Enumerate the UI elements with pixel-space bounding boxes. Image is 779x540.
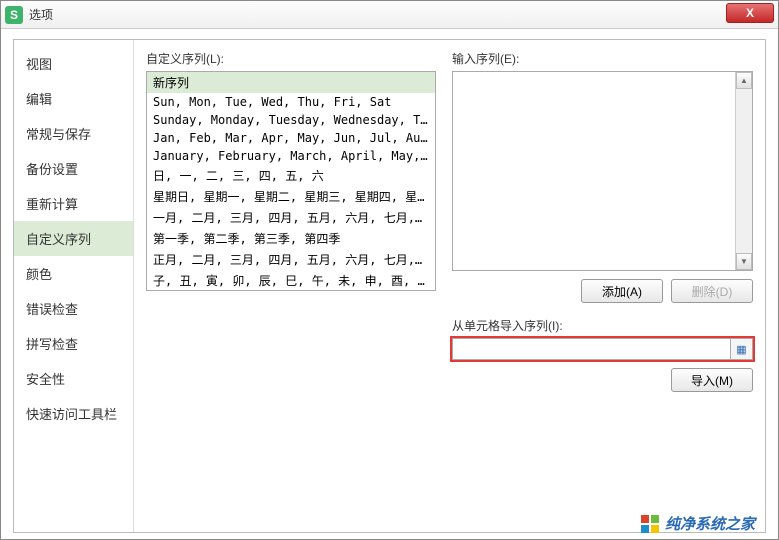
list-item[interactable]: 新序列 xyxy=(147,72,435,93)
entry-column: 输入序列(E): ▲ ▼ 添加(A) 删除(D) 从单元格导入序列(I): xyxy=(452,50,753,522)
category-sidebar: 视图 编辑 常规与保存 备份设置 重新计算 自定义序列 颜色 错误检查 拼写检查… xyxy=(14,40,134,532)
sidebar-item-view[interactable]: 视图 xyxy=(14,46,133,81)
custom-list-label: 自定义序列(L): xyxy=(146,50,436,67)
sidebar-item-spell-check[interactable]: 拼写检查 xyxy=(14,326,133,361)
import-button-row: 导入(M) xyxy=(452,368,753,392)
main-panel: 视图 编辑 常规与保存 备份设置 重新计算 自定义序列 颜色 错误检查 拼写检查… xyxy=(13,39,766,533)
list-item[interactable]: 子, 丑, 寅, 卯, 辰, 巳, 午, 未, 申, 酉, 戌, 亥 xyxy=(147,270,435,291)
settings-main: 自定义序列(L): 新序列 Sun, Mon, Tue, Wed, Thu, F… xyxy=(134,40,765,532)
add-delete-row: 添加(A) 删除(D) xyxy=(452,279,753,303)
sidebar-item-security[interactable]: 安全性 xyxy=(14,361,133,396)
sidebar-item-edit[interactable]: 编辑 xyxy=(14,81,133,116)
scroll-up-icon[interactable]: ▲ xyxy=(736,72,752,89)
close-button[interactable]: X xyxy=(726,3,774,23)
list-item[interactable]: 日, 一, 二, 三, 四, 五, 六 xyxy=(147,165,435,186)
scroll-down-icon[interactable]: ▼ xyxy=(736,253,752,270)
list-item[interactable]: 一月, 二月, 三月, 四月, 五月, 六月, 七月, 八… xyxy=(147,207,435,228)
sidebar-item-backup[interactable]: 备份设置 xyxy=(14,151,133,186)
sidebar-item-error-check[interactable]: 错误检查 xyxy=(14,291,133,326)
import-button[interactable]: 导入(M) xyxy=(671,368,753,392)
entry-list-label: 输入序列(E): xyxy=(452,50,753,67)
window-title: 选项 xyxy=(29,6,53,23)
options-dialog: S 选项 X 视图 编辑 常规与保存 备份设置 重新计算 自定义序列 颜色 错误… xyxy=(0,0,779,540)
custom-list-column: 自定义序列(L): 新序列 Sun, Mon, Tue, Wed, Thu, F… xyxy=(146,50,436,522)
import-range-input[interactable] xyxy=(452,338,731,360)
list-item[interactable]: 正月, 二月, 三月, 四月, 五月, 六月, 七月, 八… xyxy=(147,249,435,270)
watermark-text: 纯净系统之家 xyxy=(665,513,755,534)
entry-textarea[interactable] xyxy=(453,72,734,270)
watermark: 纯净系统之家 xyxy=(641,513,755,534)
list-item[interactable]: 第一季, 第二季, 第三季, 第四季 xyxy=(147,228,435,249)
import-label: 从单元格导入序列(I): xyxy=(452,317,753,334)
sidebar-item-custom-lists[interactable]: 自定义序列 xyxy=(14,221,133,256)
list-item[interactable]: January, February, March, April, May, Ju… xyxy=(147,147,435,165)
entry-textarea-wrap: ▲ ▼ xyxy=(452,71,753,271)
sidebar-item-color[interactable]: 颜色 xyxy=(14,256,133,291)
list-item[interactable]: Sun, Mon, Tue, Wed, Thu, Fri, Sat xyxy=(147,93,435,111)
sidebar-item-general-save[interactable]: 常规与保存 xyxy=(14,116,133,151)
list-item[interactable]: 星期日, 星期一, 星期二, 星期三, 星期四, 星期… xyxy=(147,186,435,207)
import-row: ▦ xyxy=(452,338,753,360)
custom-list-box[interactable]: 新序列 Sun, Mon, Tue, Wed, Thu, Fri, Sat Su… xyxy=(146,71,436,291)
app-icon: S xyxy=(5,6,23,24)
sidebar-item-quick-access[interactable]: 快速访问工具栏 xyxy=(14,396,133,431)
import-section: 从单元格导入序列(I): ▦ 导入(M) xyxy=(452,317,753,392)
titlebar: S 选项 X xyxy=(1,1,778,29)
scrollbar[interactable]: ▲ ▼ xyxy=(735,72,752,270)
sidebar-item-recalc[interactable]: 重新计算 xyxy=(14,186,133,221)
add-button[interactable]: 添加(A) xyxy=(581,279,663,303)
list-item[interactable]: Sunday, Monday, Tuesday, Wednesday, Thur… xyxy=(147,111,435,129)
delete-button[interactable]: 删除(D) xyxy=(671,279,753,303)
watermark-logo-icon xyxy=(641,515,659,533)
range-picker-icon[interactable]: ▦ xyxy=(731,338,753,360)
content-area: 视图 编辑 常规与保存 备份设置 重新计算 自定义序列 颜色 错误检查 拼写检查… xyxy=(1,29,778,539)
list-item[interactable]: Jan, Feb, Mar, Apr, May, Jun, Jul, Aug, … xyxy=(147,129,435,147)
